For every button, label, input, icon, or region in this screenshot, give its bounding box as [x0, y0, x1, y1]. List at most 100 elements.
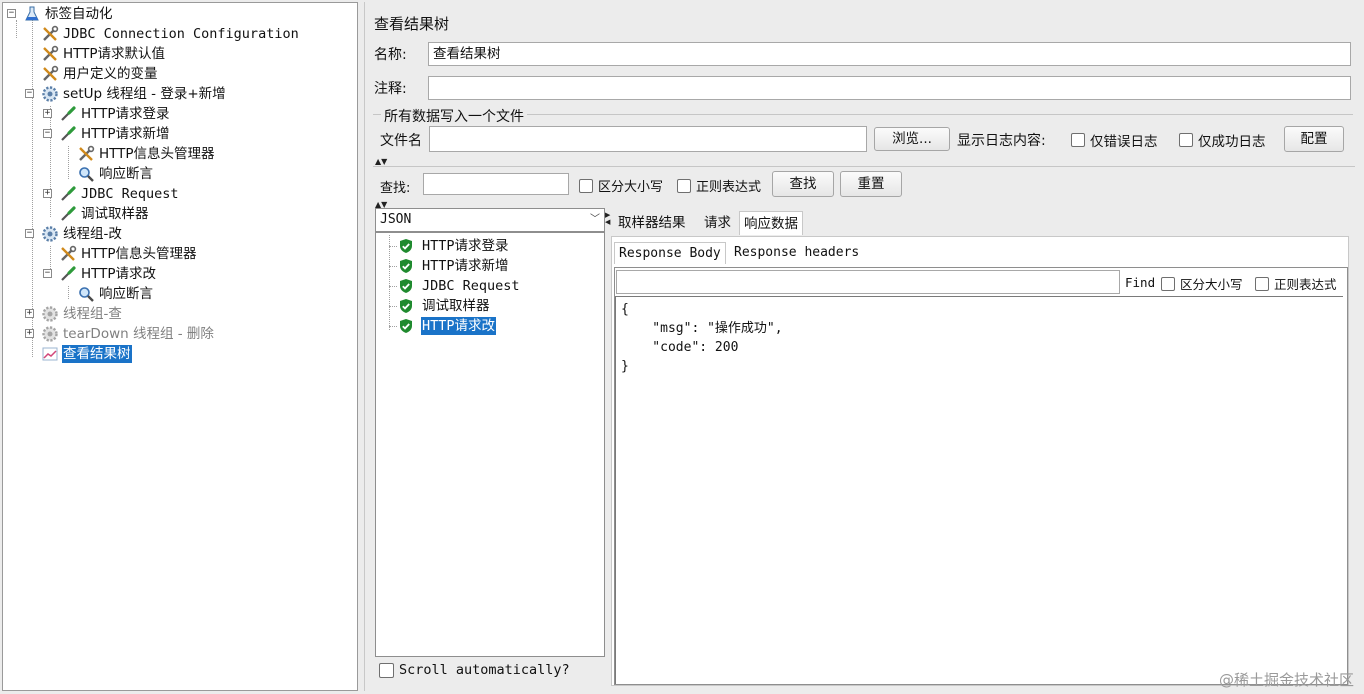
response-subtab[interactable]: Response headers — [730, 242, 863, 264]
result-item[interactable]: 调试取样器 — [398, 296, 491, 316]
errors-only-box[interactable] — [1071, 133, 1085, 147]
tree-item[interactable]: HTTP请求登录 — [59, 104, 171, 124]
scroll-auto-box[interactable] — [379, 662, 394, 678]
collapse-icon[interactable]: − — [25, 229, 34, 238]
tree-item-label: HTTP请求默认值 — [63, 46, 166, 62]
result-item[interactable]: HTTP请求改 — [398, 316, 497, 336]
tree-item[interactable]: HTTP信息头管理器 — [59, 244, 198, 264]
errors-only-label: 仅错误日志 — [1090, 134, 1158, 150]
response-case-checkbox[interactable]: 区分大小写 — [1161, 274, 1243, 293]
comment-field[interactable] — [428, 76, 1351, 100]
search-case-checkbox[interactable]: 区分大小写 — [579, 176, 663, 195]
tree-item[interactable]: 标签自动化 — [23, 4, 114, 24]
response-subtab[interactable]: Response Body — [614, 242, 726, 264]
success-only-label: 仅成功日志 — [1198, 134, 1266, 150]
sampler-pipette-icon — [59, 205, 77, 223]
name-label: 名称: — [374, 47, 407, 63]
renderer-select[interactable]: JSON ﹀ — [375, 208, 605, 232]
tree-guide — [16, 20, 17, 38]
test-plan-tree[interactable]: − 标签自动化 JDBC Connection Configuration HTTP请… — [2, 2, 358, 691]
tree-item[interactable]: 线程组-改 — [41, 224, 123, 244]
tree-item[interactable]: HTTP请求新增 — [59, 124, 171, 144]
view-results-tree-panel: 查看结果树 名称: 查看结果树 注释: 所有数据写入一个文件 文件名 浏览...… — [364, 2, 1362, 691]
gear-disabled-icon — [41, 325, 59, 343]
tree-item[interactable]: 响应断言 — [77, 284, 154, 304]
chevron-down-icon: ﹀ — [590, 214, 600, 225]
expand-icon[interactable]: + — [25, 309, 34, 318]
collapse-icon[interactable]: − — [7, 9, 16, 18]
response-regex-box[interactable] — [1255, 276, 1269, 291]
tree-item[interactable]: 调试取样器 — [59, 204, 150, 224]
config-wrench-icon — [59, 245, 77, 263]
errors-only-checkbox[interactable]: 仅错误日志 — [1071, 130, 1158, 150]
chart-icon — [41, 345, 59, 363]
tree-item-label: 响应断言 — [99, 166, 153, 182]
response-regex-checkbox[interactable]: 正则表达式 — [1255, 274, 1337, 293]
config-wrench-icon — [77, 145, 95, 163]
result-item[interactable]: HTTP请求登录 — [398, 236, 510, 256]
tree-item-label: 用户定义的变量 — [63, 66, 158, 82]
tree-item[interactable]: 线程组-查 — [41, 304, 123, 324]
tree-guide — [68, 146, 69, 179]
tree-item-label: HTTP信息头管理器 — [99, 146, 215, 162]
tree-item[interactable]: JDBC Connection Configuration — [41, 24, 300, 44]
success-only-checkbox[interactable]: 仅成功日志 — [1179, 130, 1266, 150]
collapse-icon[interactable]: − — [43, 269, 52, 278]
tree-item[interactable]: setUp 线程组 - 登录+新增 — [41, 84, 227, 104]
detail-tab[interactable]: 请求 — [700, 211, 735, 235]
tree-item[interactable]: HTTP请求改 — [59, 264, 157, 284]
tree-item[interactable]: HTTP请求默认值 — [41, 44, 166, 64]
vertical-splitter-arrows[interactable]: ▶ ◀ — [605, 212, 611, 226]
tree-guide — [389, 266, 397, 267]
result-item-label: HTTP请求改 — [421, 317, 497, 335]
success-only-box[interactable] — [1179, 133, 1193, 147]
response-body-text[interactable]: { "msg": "操作成功", "code": 200} — [615, 296, 1343, 684]
reset-button[interactable]: 重置 — [840, 171, 902, 197]
tree-item-label: 标签自动化 — [45, 6, 113, 22]
expand-icon[interactable]: + — [43, 109, 52, 118]
result-item[interactable]: JDBC Request — [398, 276, 521, 296]
expand-icon[interactable]: + — [43, 189, 52, 198]
browse-button[interactable]: 浏览... — [874, 127, 950, 151]
filename-label: 文件名 — [380, 133, 422, 149]
detail-content: Response Body Response headers Find 区分大小写… — [611, 236, 1349, 686]
config-wrench-icon — [41, 45, 59, 63]
renderer-select-value: JSON — [380, 212, 412, 227]
tree-guide — [389, 235, 390, 330]
shield-check-icon — [398, 298, 414, 314]
tree-item[interactable]: tearDown 线程组 - 删除 — [41, 324, 215, 344]
tree-guide — [389, 286, 397, 287]
response-find-input[interactable] — [616, 270, 1120, 294]
result-item-label: HTTP请求登录 — [422, 238, 509, 254]
tree-item[interactable]: HTTP信息头管理器 — [77, 144, 216, 164]
tree-guide — [68, 286, 69, 299]
detail-tab[interactable]: 响应数据 — [739, 211, 803, 235]
configure-button[interactable]: 配置 — [1284, 126, 1344, 152]
collapse-icon[interactable]: − — [25, 89, 34, 98]
expand-icon[interactable]: + — [25, 329, 34, 338]
shield-check-icon — [398, 258, 414, 274]
tree-guide — [32, 20, 33, 357]
response-body-panel: Find 区分大小写 正则表达式 { "msg": "操作成功", "code"… — [614, 267, 1348, 685]
response-body-line: { — [621, 302, 629, 317]
search-regex-box[interactable] — [677, 178, 691, 193]
tree-item[interactable]: 响应断言 — [77, 164, 154, 184]
tree-item[interactable]: 用户定义的变量 — [41, 64, 159, 84]
config-wrench-icon — [41, 65, 59, 83]
tree-item[interactable]: JDBC Request — [59, 184, 180, 204]
magnifier-icon — [77, 165, 95, 183]
collapse-icon[interactable]: − — [43, 129, 52, 138]
filename-field[interactable] — [429, 126, 867, 152]
search-input[interactable] — [423, 173, 569, 195]
tree-item[interactable]: 查看结果树 — [41, 344, 132, 364]
splitter-arrows[interactable]: ▲▼ — [375, 158, 387, 166]
detail-tab[interactable]: 取样器结果 — [614, 211, 690, 235]
search-regex-checkbox[interactable]: 正则表达式 — [677, 176, 761, 195]
response-case-box[interactable] — [1161, 276, 1175, 291]
find-button[interactable]: 查找 — [772, 171, 834, 197]
results-list[interactable]: HTTP请求登录 HTTP请求新增 JDBC Request 调试取样器 HTTP请求改 — [375, 232, 605, 657]
result-item[interactable]: HTTP请求新增 — [398, 256, 510, 276]
name-field[interactable]: 查看结果树 — [428, 42, 1351, 66]
scroll-auto-checkbox[interactable]: Scroll automatically? — [379, 662, 570, 678]
search-case-box[interactable] — [579, 178, 593, 193]
